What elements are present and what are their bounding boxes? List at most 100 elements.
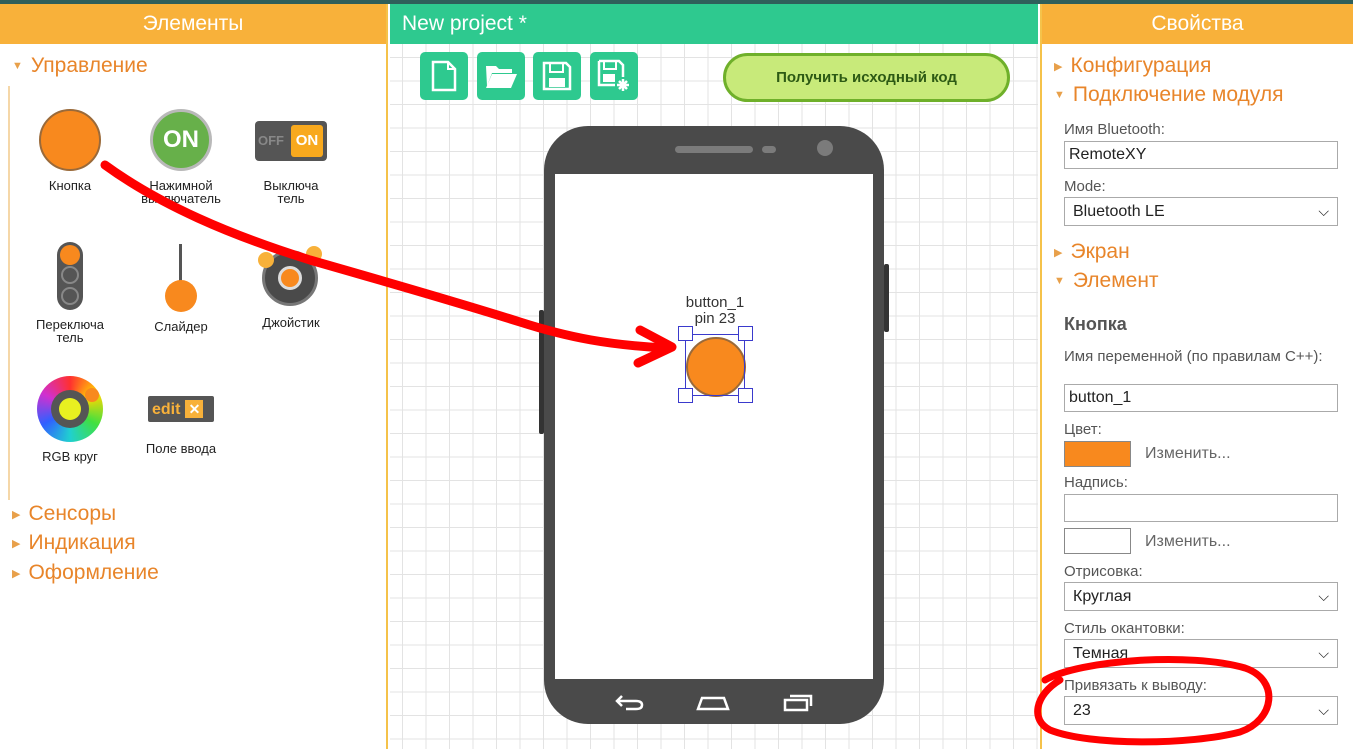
render-select[interactable]: Круглая ⌵ [1064,582,1338,611]
collapsed-triangle-icon: ▶ [12,567,21,580]
category-design[interactable]: ▶ Оформление [12,561,159,585]
mode-select[interactable]: Bluetooth LE ⌵ [1064,197,1338,226]
edit-text: edit [152,400,181,418]
off-text: OFF [258,133,284,148]
element-pin: pin 23 [694,310,736,327]
collapsed-triangle-icon: ▶ [12,537,21,550]
resize-handle-br[interactable] [738,388,753,403]
project-title: New project * [390,4,1038,44]
tool-button[interactable]: Кнопка [15,109,125,192]
chevron-down-icon: ⌵ [1318,702,1329,718]
tool-button-label: Кнопка [48,178,92,193]
resize-handle-bl[interactable] [678,388,693,403]
open-project-button[interactable] [477,52,525,100]
properties-panel: Свойства ▶ Конфигурация ▼ Подключение моду… [1040,4,1353,749]
phone-mockup [539,126,889,724]
element-type-title: Кнопка [1064,314,1127,334]
close-x-icon: ✕ [185,400,204,418]
phone-screen[interactable] [555,174,873,679]
tool-switch-label-2: тель [277,191,305,206]
change-caption-color-link[interactable]: Изменить... [1145,533,1231,551]
chevron-down-icon: ⌵ [1318,588,1329,604]
tool-push-switch[interactable]: ON Нажимной выключатель [126,109,236,205]
render-select-value: Круглая [1073,588,1132,605]
open-folder-icon [486,66,517,88]
on-icon-text: ON [163,126,199,153]
elements-panel-header: Элементы [0,4,386,44]
selection-box [685,334,745,396]
off-on-switch-icon: OFF ON [255,121,327,161]
pin-select-value: 23 [1073,702,1091,719]
collapsed-triangle-icon: ▶ [1054,60,1063,73]
tool-rgb[interactable]: RGB круг [15,376,125,463]
tool-selector-label-2: тель [56,330,84,345]
tool-push-switch-label-2: выключатель [141,191,221,206]
border-style-label: Стиль окантовки: [1064,620,1185,637]
border-style-select-value: Темная [1073,645,1129,662]
properties-panel-header: Свойства [1042,4,1353,44]
element-name: button_1 [685,294,745,311]
expanded-triangle-icon: ▼ [1054,275,1065,288]
back-icon [615,695,644,711]
mode-select-value: Bluetooth LE [1073,203,1165,220]
new-project-button[interactable] [420,52,468,100]
save-project-button[interactable] [533,52,581,100]
phone-sensor [762,146,776,153]
category-element-label: Элемент [1072,269,1159,292]
recent-apps-icon [783,694,813,712]
tool-selector[interactable]: Переключа тель [15,242,125,344]
get-source-code-button[interactable]: Получить исходный код [723,53,1010,102]
tool-joystick[interactable]: Джойстик [236,242,346,329]
selector-switch-icon [57,242,83,310]
change-color-link[interactable]: Изменить... [1145,445,1231,463]
tool-switch[interactable]: OFF ON Выключа тель [236,109,346,205]
phone-camera [817,140,833,156]
elements-panel: Элементы ▼ Управление Кнопка ON Нажимной … [0,4,388,749]
category-sensors[interactable]: ▶ Сенсоры [12,502,116,526]
chevron-down-icon: ⌵ [1318,645,1329,661]
app-root: Элементы ▼ Управление Кнопка ON Нажимной … [0,0,1353,749]
design-canvas[interactable]: New project * Получить исходный код butt [390,4,1038,749]
category-screen[interactable]: ▶ Экран [1054,240,1130,264]
category-guide-line [8,86,10,500]
round-button-icon [39,109,101,171]
tool-slider[interactable]: Слайдер [126,242,236,333]
variable-name-label: Имя переменной (по правилам C++): [1064,348,1323,365]
element-caption: button_1 pin 23 [670,295,760,327]
tool-edit-field[interactable]: edit ✕ Поле ввода [126,376,236,455]
resize-handle-tr[interactable] [738,326,753,341]
collapsed-triangle-icon: ▶ [12,508,21,521]
save-as-button[interactable] [590,52,638,100]
on-text: ON [291,125,323,157]
bluetooth-name-label: Имя Bluetooth: [1064,121,1165,138]
category-control-label: Управление [30,54,148,77]
color-swatch[interactable] [1064,441,1131,467]
category-sensors-label: Сенсоры [28,502,117,525]
render-label: Отрисовка: [1064,563,1143,580]
caption-color-swatch[interactable] [1064,528,1131,554]
category-indication-label: Индикация [28,531,136,554]
color-label: Цвет: [1064,421,1102,438]
category-configuration-label: Конфигурация [1070,54,1212,77]
slider-icon [164,242,198,312]
tool-joystick-label: Джойстик [262,315,320,330]
expanded-triangle-icon: ▼ [12,60,23,73]
category-indication[interactable]: ▶ Индикация [12,531,136,555]
variable-name-field[interactable]: button_1 [1064,384,1338,412]
category-module-connection[interactable]: ▼ Подключение модуля [1054,83,1283,107]
category-module-connection-label: Подключение модуля [1072,83,1284,106]
resize-handle-tl[interactable] [678,326,693,341]
caption-field[interactable] [1064,494,1338,522]
category-configuration[interactable]: ▶ Конфигурация [1054,54,1211,78]
bluetooth-name-field[interactable]: RemoteXY [1064,141,1338,169]
home-icon [696,696,730,711]
tool-rgb-label: RGB круг [42,449,98,464]
category-control[interactable]: ▼ Управление [12,54,148,78]
pin-label: Привязать к выводу: [1064,677,1207,694]
pin-select[interactable]: 23 ⌵ [1064,696,1338,725]
collapsed-triangle-icon: ▶ [1054,246,1063,259]
category-element[interactable]: ▼ Элемент [1054,269,1159,293]
joystick-icon [258,242,324,308]
border-style-select[interactable]: Темная ⌵ [1064,639,1338,668]
save-as-icon [597,59,629,91]
